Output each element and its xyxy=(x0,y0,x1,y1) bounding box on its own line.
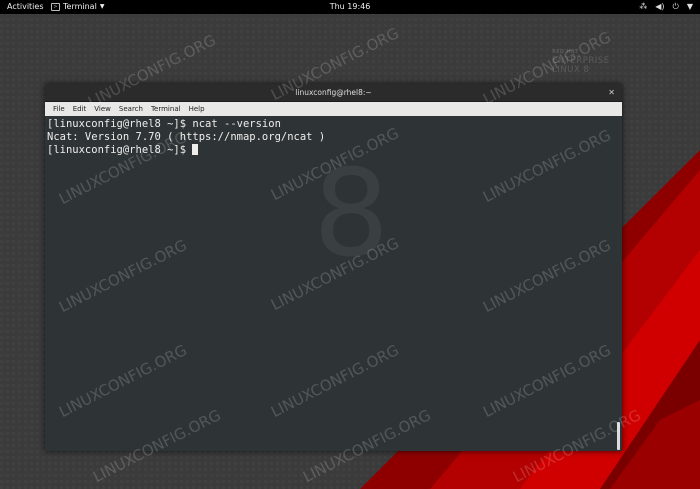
background-digit: 8 xyxy=(313,145,390,284)
chevron-down-icon: ▼ xyxy=(686,2,693,11)
menu-edit[interactable]: Edit xyxy=(69,105,91,113)
rhel-brand: RED HAT ENTERPRISE LINUX 8 xyxy=(552,48,610,75)
text-cursor xyxy=(192,144,199,155)
terminal-window[interactable]: linuxconfig@rhel8:~ ✕ File Edit View Sea… xyxy=(45,84,622,451)
network-icon: ⁂ xyxy=(639,2,648,11)
terminal-line: [linuxconfig@rhel8 ~]$ ncat --version xyxy=(47,118,281,130)
terminal-icon: > xyxy=(51,3,60,11)
terminal-prompt: [linuxconfig@rhel8 ~]$ xyxy=(47,144,193,156)
close-icon[interactable]: ✕ xyxy=(608,84,615,101)
activities-button[interactable]: Activities xyxy=(7,0,44,14)
menu-bar: File Edit View Search Terminal Help xyxy=(45,102,622,116)
power-icon: ⏻ xyxy=(672,2,679,11)
menu-search[interactable]: Search xyxy=(115,105,147,113)
app-menu-label: Terminal xyxy=(63,2,97,11)
clock[interactable]: Thu 19:46 xyxy=(330,2,371,11)
menu-file[interactable]: File xyxy=(49,105,69,113)
menu-terminal[interactable]: Terminal xyxy=(147,105,185,113)
app-menu[interactable]: > Terminal ▼ xyxy=(51,0,104,14)
terminal-line: Ncat: Version 7.70 ( https://nmap.org/nc… xyxy=(47,131,326,143)
terminal-content[interactable]: 8 [linuxconfig@rhel8 ~]$ ncat --version … xyxy=(45,116,622,451)
volume-icon: ◀) xyxy=(655,2,665,11)
scrollbar[interactable] xyxy=(617,422,620,450)
menu-view[interactable]: View xyxy=(90,105,115,113)
window-titlebar[interactable]: linuxconfig@rhel8:~ ✕ xyxy=(45,84,622,102)
chevron-down-icon: ▼ xyxy=(99,3,105,10)
system-tray[interactable]: ⁂ ◀) ⏻ ▼ xyxy=(639,0,693,14)
menu-help[interactable]: Help xyxy=(185,105,209,113)
top-bar: Activities > Terminal ▼ Thu 19:46 ⁂ ◀) ⏻… xyxy=(0,0,700,14)
brand-line-3: LINUX 8 xyxy=(552,65,590,75)
window-title: linuxconfig@rhel8:~ xyxy=(295,88,372,97)
terminal-prompt-line: [linuxconfig@rhel8 ~]$ xyxy=(47,144,622,157)
